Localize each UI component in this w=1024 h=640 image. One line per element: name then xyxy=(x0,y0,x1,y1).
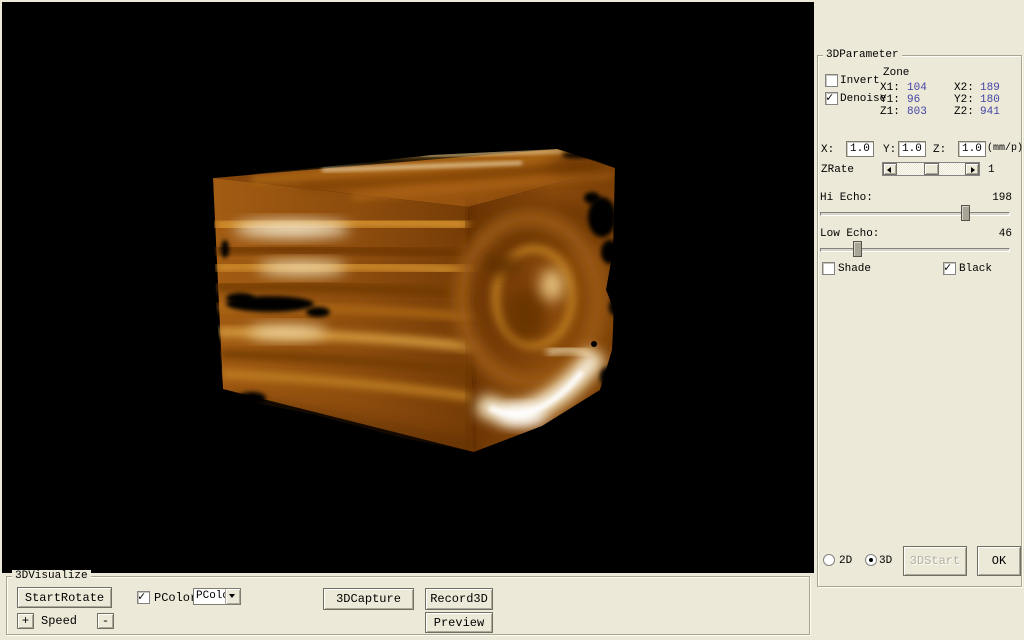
scale-z-label: Z: xyxy=(933,144,946,156)
zone-x2-value: 189 xyxy=(980,82,1000,94)
application-window: 3DParameter Invert ✓ Denoise Zone X1: 10… xyxy=(0,0,1024,640)
scale-z-input[interactable] xyxy=(958,141,986,157)
zone-y2-label: Y2: xyxy=(954,94,974,106)
visualize-panel: 3DVisualize StartRotate + Speed - ✓ PCol… xyxy=(0,573,814,640)
zrate-scroll-right-icon[interactable] xyxy=(965,163,979,175)
hi-echo-value: 198 xyxy=(973,192,1012,204)
zrate-scrollbar[interactable] xyxy=(882,162,980,176)
zone-z1-value: 803 xyxy=(907,106,927,118)
speed-minus-button[interactable]: - xyxy=(97,613,114,629)
hi-echo-slider[interactable] xyxy=(820,205,1010,223)
scale-y-label: Y: xyxy=(883,144,896,156)
parameter-groupbox: 3DParameter Invert ✓ Denoise Zone X1: 10… xyxy=(817,55,1022,587)
zrate-value: 1 xyxy=(988,164,995,176)
zrate-scroll-thumb[interactable] xyxy=(924,163,939,175)
capture-button[interactable]: 3DCapture xyxy=(323,588,414,610)
shade-checkbox[interactable] xyxy=(822,262,835,275)
parameter-panel: 3DParameter Invert ✓ Denoise Zone X1: 10… xyxy=(814,0,1024,640)
invert-label: Invert xyxy=(840,75,880,87)
shade-label: Shade xyxy=(838,263,871,275)
low-echo-value: 46 xyxy=(973,228,1012,240)
zone-y2-value: 180 xyxy=(980,94,1000,106)
parameter-group-title: 3DParameter xyxy=(823,49,902,62)
zone-x1-label: X1: xyxy=(880,82,900,94)
zone-z2-value: 941 xyxy=(980,106,1000,118)
visualize-group-title: 3DVisualize xyxy=(12,570,91,583)
zone-label: Zone xyxy=(883,67,909,79)
invert-checkbox[interactable] xyxy=(825,74,838,87)
black-checkbox[interactable]: ✓ xyxy=(943,262,956,275)
mode-2d-radio[interactable] xyxy=(823,554,835,566)
mode-3d-label: 3D xyxy=(879,555,892,567)
black-label: Black xyxy=(959,263,992,275)
visualize-groupbox: 3DVisualize StartRotate + Speed - ✓ PCol… xyxy=(6,576,810,635)
mode-2d-label: 2D xyxy=(839,555,852,567)
start3d-button[interactable]: 3DStart xyxy=(903,546,967,576)
zrate-label: ZRate xyxy=(821,164,854,176)
pcolor-label: PColor xyxy=(154,592,197,604)
hi-echo-slider-thumb[interactable] xyxy=(961,205,970,221)
scale-unit-label: (mm/p) xyxy=(987,143,1023,155)
pcolor-select-arrow-icon[interactable] xyxy=(225,589,240,604)
low-echo-slider-thumb[interactable] xyxy=(853,241,862,257)
preview-button[interactable]: Preview xyxy=(425,612,493,633)
scale-x-input[interactable] xyxy=(846,141,874,157)
zone-y1-value: 96 xyxy=(907,94,920,106)
render-viewport[interactable] xyxy=(2,2,814,573)
pcolor-checkbox[interactable]: ✓ xyxy=(137,591,150,604)
scale-x-label: X: xyxy=(821,144,834,156)
pcolor-select-value: PColor xyxy=(194,589,225,604)
start-rotate-button[interactable]: StartRotate xyxy=(17,587,112,608)
record-button[interactable]: Record3D xyxy=(425,588,493,610)
denoise-checkbox[interactable]: ✓ xyxy=(825,92,838,105)
speed-label: Speed xyxy=(41,615,77,627)
hi-echo-label: Hi Echo: xyxy=(820,192,873,204)
speed-plus-button[interactable]: + xyxy=(17,613,34,629)
scale-y-input[interactable] xyxy=(898,141,926,157)
pcolor-select[interactable]: PColor xyxy=(193,588,241,605)
zone-z2-label: Z2: xyxy=(954,106,974,118)
ok-button[interactable]: OK xyxy=(977,546,1021,576)
volume-render xyxy=(2,2,814,573)
zrate-scroll-left-icon[interactable] xyxy=(883,163,897,175)
mode-3d-radio[interactable] xyxy=(865,554,877,566)
zone-z1-label: Z1: xyxy=(880,106,900,118)
zone-x2-label: X2: xyxy=(954,82,974,94)
low-echo-slider[interactable] xyxy=(820,241,1010,259)
zone-x1-value: 104 xyxy=(907,82,927,94)
zrate-scroll-track[interactable] xyxy=(897,163,965,175)
zone-y1-label: Y1: xyxy=(880,94,900,106)
low-echo-label: Low Echo: xyxy=(820,228,879,240)
